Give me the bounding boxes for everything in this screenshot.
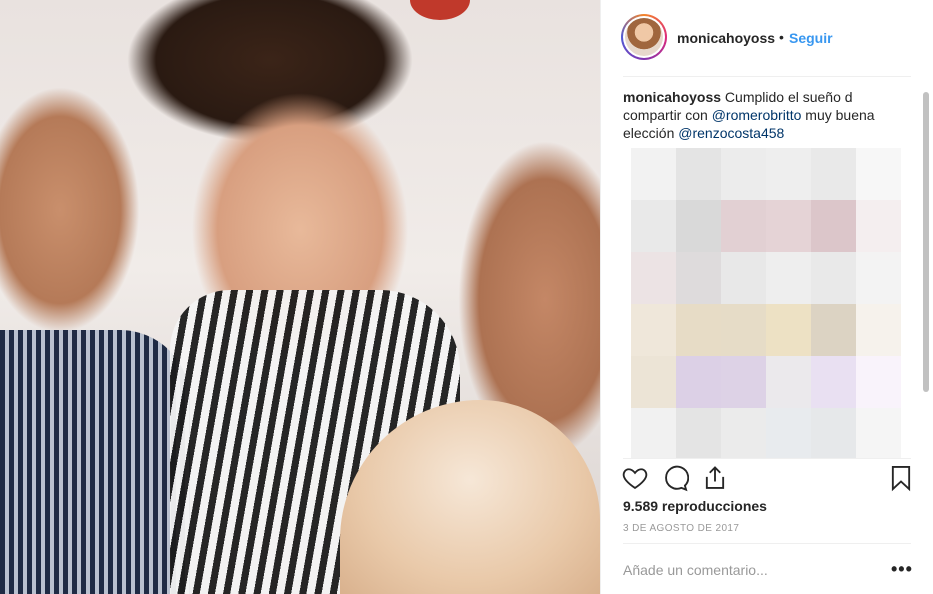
share-icon[interactable] bbox=[701, 464, 729, 492]
more-options-icon[interactable]: ••• bbox=[891, 560, 913, 578]
comment-divider bbox=[623, 543, 911, 544]
comment-icon[interactable] bbox=[661, 464, 690, 492]
action-bar bbox=[601, 458, 933, 498]
view-count[interactable]: 9.589 reproducciones bbox=[623, 498, 767, 514]
post-date[interactable]: 3 DE AGOSTO DE 2017 bbox=[623, 523, 739, 534]
caption-username[interactable]: monicahoyoss bbox=[623, 89, 721, 105]
mention-link[interactable]: @romerobritto bbox=[712, 107, 802, 123]
comments-area[interactable]: monicahoyoss Cumplido el sueño d compart… bbox=[623, 88, 923, 458]
comment-input[interactable] bbox=[623, 556, 873, 584]
video-frame-detail bbox=[0, 330, 190, 594]
headband-decoration bbox=[410, 0, 470, 20]
bookmark-icon[interactable] bbox=[887, 464, 915, 492]
post-video[interactable] bbox=[0, 0, 600, 594]
post-caption: monicahoyoss Cumplido el sueño d compart… bbox=[623, 88, 903, 142]
header-divider bbox=[623, 76, 911, 77]
separator-dot: • bbox=[779, 29, 784, 45]
follow-button[interactable]: Seguir bbox=[789, 30, 833, 46]
username-link[interactable]: monicahoyoss bbox=[677, 30, 775, 46]
mention-link[interactable]: @renzocosta458 bbox=[678, 125, 784, 141]
blurred-comments-placeholder bbox=[631, 148, 901, 458]
avatar[interactable] bbox=[621, 14, 667, 60]
comments-scrollbar[interactable] bbox=[923, 92, 929, 392]
heart-icon[interactable] bbox=[621, 464, 649, 492]
post-side-panel: monicahoyoss • Seguir monicahoyoss Cumpl… bbox=[601, 0, 933, 594]
post-header: monicahoyoss • Seguir bbox=[601, 0, 933, 76]
